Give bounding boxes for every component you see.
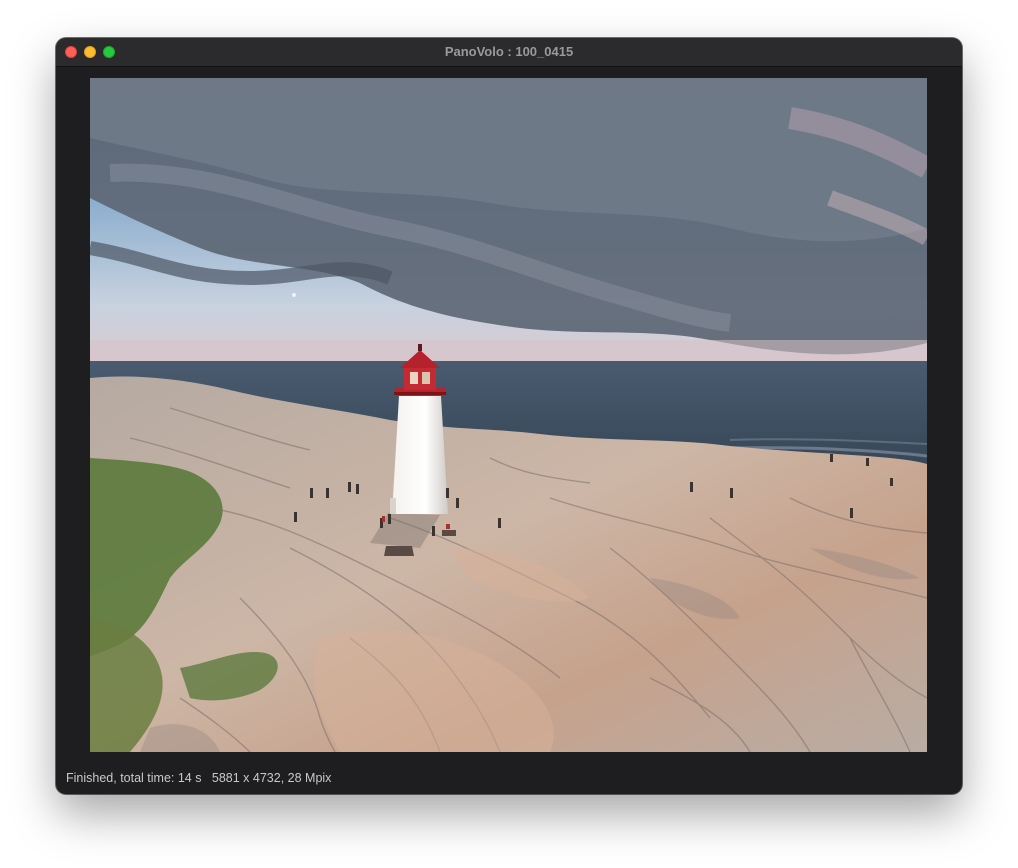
status-bar-text: Finished, total time: 14 s 5881 x 4732, … xyxy=(66,771,332,785)
panorama-image xyxy=(90,78,927,752)
app-window: PanoVolo : 100_0415 Finished, total time… xyxy=(56,38,962,794)
title-bar[interactable]: PanoVolo : 100_0415 xyxy=(56,38,962,67)
panorama-preview xyxy=(90,78,927,752)
window-title: PanoVolo : 100_0415 xyxy=(444,44,574,59)
